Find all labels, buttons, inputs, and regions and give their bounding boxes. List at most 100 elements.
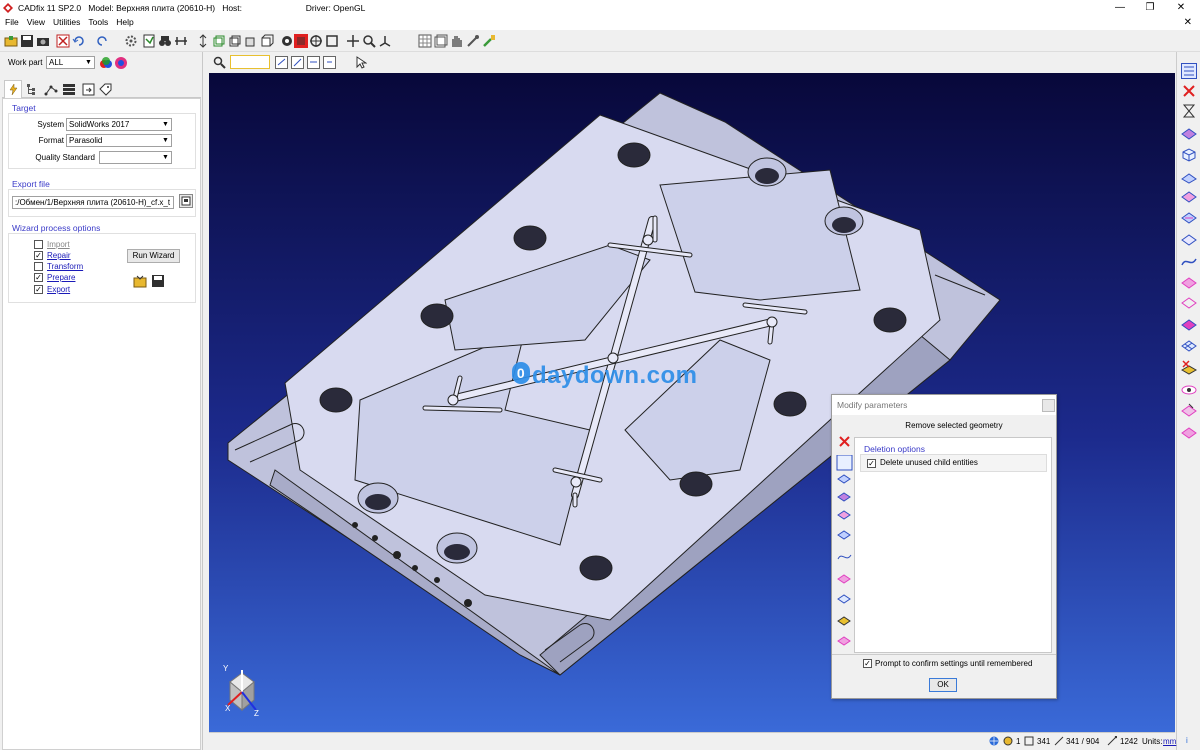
camera-icon[interactable] xyxy=(36,34,50,48)
settings-gear-icon[interactable] xyxy=(124,34,138,48)
export-checkbox[interactable]: ✓ xyxy=(34,285,43,294)
run-wizard-button[interactable]: Run Wizard xyxy=(127,249,180,263)
measure-icon[interactable] xyxy=(174,34,188,48)
tab-wizard[interactable] xyxy=(4,80,22,98)
transform-link[interactable]: Transform xyxy=(47,262,83,271)
arrows-vertical-icon[interactable] xyxy=(196,34,210,48)
undo-icon[interactable] xyxy=(72,34,86,48)
edges-icon[interactable] xyxy=(1181,169,1197,185)
document-close-button[interactable]: ✕ xyxy=(1184,17,1192,28)
minimize-button[interactable]: — xyxy=(1105,1,1135,15)
remove-icon[interactable] xyxy=(838,435,851,448)
fit-view-icon[interactable] xyxy=(325,34,339,48)
menu-help[interactable]: Help xyxy=(111,16,136,27)
prepare-checkbox[interactable]: ✓ xyxy=(34,273,43,282)
export-link[interactable]: Export xyxy=(47,285,70,294)
menu-file[interactable]: File xyxy=(0,16,22,27)
surface-pink-icon[interactable] xyxy=(1181,189,1197,205)
flip-icon[interactable] xyxy=(1181,425,1197,441)
export-icon[interactable] xyxy=(82,83,95,96)
wizard-save-icon[interactable] xyxy=(151,274,165,288)
maximize-button[interactable]: ❐ xyxy=(1135,1,1165,15)
color-wheel-icon[interactable] xyxy=(114,56,130,70)
layer-icon[interactable] xyxy=(434,34,448,48)
save-icon[interactable] xyxy=(20,34,34,48)
redo-icon[interactable] xyxy=(95,34,109,48)
ok-button[interactable]: OK xyxy=(929,678,957,692)
repair-link[interactable]: Repair xyxy=(47,251,71,260)
edit-face-icon[interactable] xyxy=(1181,403,1197,419)
axes-icon[interactable] xyxy=(378,34,392,48)
tree-icon[interactable] xyxy=(26,83,39,96)
delete-icon[interactable] xyxy=(1181,83,1197,99)
entity-type-icons[interactable] xyxy=(836,455,853,655)
surface-layer-icon[interactable] xyxy=(1181,274,1197,290)
format-select[interactable]: Parasolid ▼ xyxy=(66,134,172,147)
brush-icon[interactable] xyxy=(482,34,496,48)
pointer-icon[interactable] xyxy=(356,56,367,69)
workpart-select[interactable]: ALL ▼ xyxy=(46,56,95,69)
highlight-icon[interactable] xyxy=(294,34,308,48)
browse-file-icon[interactable] xyxy=(179,194,193,208)
filter-icons[interactable] xyxy=(275,56,337,69)
menu-view[interactable]: View xyxy=(22,16,48,27)
main-toolbar xyxy=(0,31,1200,52)
surface-blue-icon[interactable] xyxy=(1181,210,1197,226)
quality-select[interactable]: ▼ xyxy=(99,151,172,164)
hourglass-icon[interactable] xyxy=(1181,103,1197,119)
info-icon[interactable]: i xyxy=(1186,736,1188,745)
export-path-field[interactable]: :/Обмен/1/Верхняя плита (20610-H)_cf.x_t xyxy=(12,196,174,209)
graph-icon[interactable] xyxy=(44,83,58,96)
export-file-heading: Export file xyxy=(12,179,50,189)
target-icon[interactable] xyxy=(309,34,323,48)
curve-icon[interactable] xyxy=(1181,254,1197,270)
binoculars-icon[interactable] xyxy=(158,34,172,48)
wizard-load-icon[interactable] xyxy=(133,274,147,288)
transform-checkbox[interactable] xyxy=(34,262,43,271)
select-mode-icon[interactable] xyxy=(280,34,294,48)
eye-pink-icon[interactable] xyxy=(1181,317,1197,333)
tools-icon[interactable] xyxy=(466,34,480,48)
view-iso-icon[interactable] xyxy=(212,34,226,48)
report-icon[interactable] xyxy=(142,34,156,48)
system-select[interactable]: SolidWorks 2017 ▼ xyxy=(66,118,172,131)
move-icon[interactable] xyxy=(346,34,360,48)
close-button[interactable]: ✕ xyxy=(1166,1,1196,15)
hand-tool-icon[interactable] xyxy=(450,34,464,48)
open-icon[interactable] xyxy=(4,34,18,48)
prepare-link[interactable]: Prepare xyxy=(47,273,75,282)
app-logo-icon xyxy=(3,3,13,13)
view-side-icon[interactable] xyxy=(244,34,258,48)
delete-face-icon[interactable] xyxy=(1181,360,1197,376)
color-model-icon[interactable] xyxy=(99,56,113,70)
menu-tools[interactable]: Tools xyxy=(83,16,111,27)
surface-outline-icon[interactable] xyxy=(1181,295,1197,311)
prompt-checkbox[interactable]: ✓ xyxy=(863,659,872,668)
delete-entities-icon[interactable] xyxy=(56,34,70,48)
delete-child-checkbox[interactable]: ✓ xyxy=(867,459,876,468)
axis-y-label: Y xyxy=(223,664,229,673)
search-input[interactable] xyxy=(230,55,270,69)
hierarchy-icon[interactable] xyxy=(62,83,76,96)
menu-utilities[interactable]: Utilities xyxy=(48,16,83,27)
faces-icon[interactable] xyxy=(1181,125,1197,141)
repair-checkbox[interactable]: ✓ xyxy=(34,251,43,260)
axis-x-label: X xyxy=(225,704,231,713)
import-link[interactable]: Import xyxy=(47,240,70,249)
view-eye-icon[interactable] xyxy=(1181,382,1197,398)
box-view-icon[interactable] xyxy=(260,34,274,48)
tag-icon[interactable] xyxy=(99,83,113,96)
import-checkbox[interactable] xyxy=(34,240,43,249)
cube-icon[interactable] xyxy=(1181,147,1197,163)
search-icon[interactable] xyxy=(213,56,226,69)
dialog-close-button[interactable] xyxy=(1042,399,1055,412)
mesh-icon[interactable] xyxy=(1181,338,1197,354)
dialog-title: Modify parameters xyxy=(837,400,908,410)
surface-split-icon[interactable] xyxy=(1181,232,1197,248)
view-front-icon[interactable] xyxy=(228,34,242,48)
list-view-icon[interactable] xyxy=(1181,63,1197,79)
menu-bar: File View Utilities Tools Help ✕ xyxy=(0,16,1200,30)
units-value[interactable]: mm xyxy=(1163,737,1176,746)
zoom-icon[interactable] xyxy=(362,34,376,48)
grid-icon[interactable] xyxy=(418,34,432,48)
